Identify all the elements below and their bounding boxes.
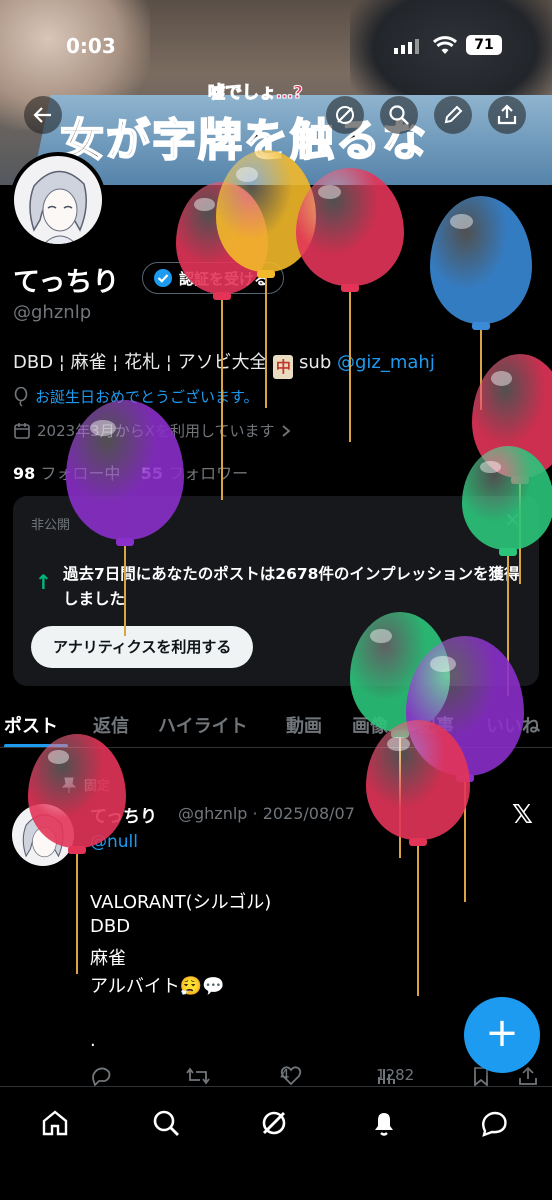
reply-button[interactable] — [90, 1066, 112, 1086]
balloon-shine — [194, 197, 215, 212]
balloon-shine — [370, 628, 392, 644]
balloon-shine — [450, 213, 473, 230]
views-button[interactable]: 1282 — [376, 1066, 414, 1086]
share-post-button[interactable] — [518, 1066, 538, 1086]
balloon-shine — [89, 419, 116, 437]
profile-avatar[interactable] — [10, 152, 106, 248]
balloon-decoration — [296, 168, 404, 448]
balloon-string — [265, 278, 267, 408]
profile-name: てっちり — [13, 267, 120, 298]
balloon-shine — [480, 460, 501, 474]
messages-icon — [482, 1111, 507, 1137]
explore-icon — [153, 1110, 179, 1136]
repost-icon — [186, 1067, 210, 1085]
verified-badge-icon — [154, 269, 172, 287]
back-arrow-icon — [33, 107, 51, 123]
post-meta: @ghznlp · 2025/08/07 — [178, 804, 355, 823]
battery-indicator: 71 — [466, 35, 502, 55]
tab-highlights[interactable]: ハイライト — [158, 712, 248, 738]
share-post-icon — [519, 1066, 537, 1085]
balloon-string — [124, 546, 126, 636]
reply-icon — [92, 1067, 111, 1086]
nav-notifications[interactable] — [364, 1105, 404, 1141]
tab-videos[interactable]: 動画 — [286, 712, 322, 738]
balloon-knot — [341, 284, 359, 292]
notifications-icon — [375, 1113, 393, 1136]
edit-icon — [444, 105, 463, 124]
chevron-right-icon — [281, 424, 290, 437]
search-button[interactable] — [380, 96, 418, 134]
balloon-knot — [68, 846, 86, 854]
balloon-knot — [116, 538, 134, 546]
balloon-shine — [47, 749, 70, 764]
plus-icon: + — [485, 1010, 519, 1056]
trend-up-icon: ↑ — [35, 570, 52, 594]
balloon-shine — [317, 184, 342, 199]
balloon-icon — [14, 386, 28, 407]
balloon-body — [430, 196, 532, 324]
status-bar: 0:03 71 — [0, 34, 552, 58]
avatar-illustration — [29, 170, 87, 244]
balloon-string — [349, 292, 351, 442]
balloon-body — [296, 168, 404, 286]
balloon-shine — [429, 655, 456, 673]
balloon-string — [417, 846, 419, 996]
balloon-body — [462, 446, 552, 550]
post-line: . — [90, 1030, 96, 1051]
share-icon — [497, 104, 517, 125]
compose-button[interactable]: + — [464, 997, 540, 1073]
back-button[interactable] — [24, 96, 62, 134]
balloon-knot — [472, 322, 490, 330]
profile-handle: @ghznlp — [13, 302, 92, 323]
signal-icon — [394, 38, 419, 54]
calendar-icon — [14, 422, 30, 439]
repost-button[interactable] — [186, 1066, 210, 1086]
balloon-string — [76, 854, 78, 974]
view-count: 1282 — [376, 1066, 415, 1084]
balloon-decoration — [66, 400, 184, 642]
nav-grok[interactable] — [254, 1105, 294, 1141]
banner-caption-sub: 嘘でしょ…? — [208, 83, 304, 104]
balloon-body — [366, 720, 470, 840]
edit-profile-button[interactable] — [434, 96, 472, 134]
search-icon — [389, 105, 409, 125]
balloon-knot — [499, 548, 517, 556]
bottom-navigation — [0, 1086, 552, 1200]
like-count: 4 — [280, 1066, 290, 1084]
balloon-decoration — [366, 720, 470, 1002]
like-button[interactable]: 4 — [280, 1066, 302, 1086]
balloon-shine — [386, 736, 410, 752]
nav-explore[interactable] — [146, 1105, 186, 1141]
status-time: 0:03 — [66, 34, 116, 58]
balloon-shine — [236, 167, 258, 182]
grok-icon — [336, 106, 354, 124]
private-label: 非公開 — [31, 518, 71, 533]
grok-button[interactable] — [326, 96, 364, 134]
grok-nav-icon — [262, 1111, 286, 1135]
balloon-knot — [409, 838, 427, 846]
wifi-icon — [432, 36, 458, 54]
home-icon — [42, 1110, 68, 1136]
balloon-decoration — [28, 734, 126, 980]
nav-messages[interactable] — [474, 1105, 514, 1141]
balloon-body — [28, 734, 126, 848]
share-button[interactable] — [488, 96, 526, 134]
balloon-knot — [257, 270, 275, 278]
balloon-body — [66, 400, 184, 540]
nav-home[interactable] — [35, 1105, 75, 1141]
